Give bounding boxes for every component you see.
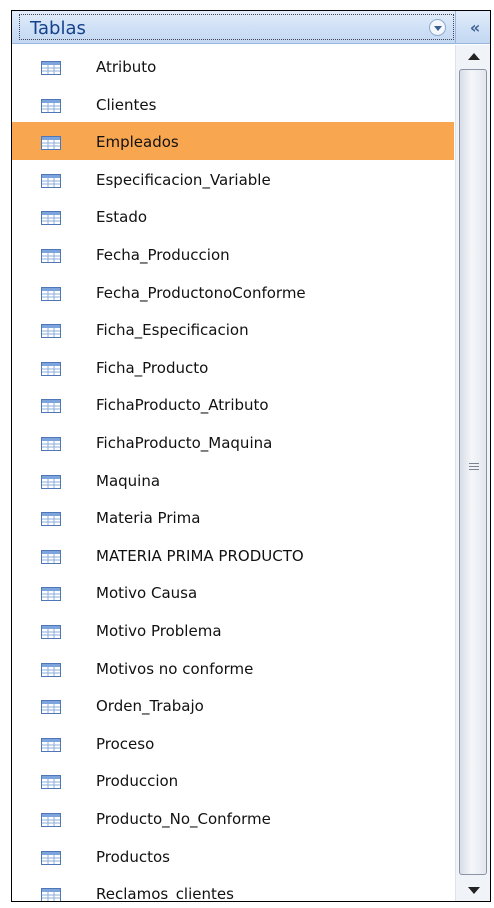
list-item-label: Estado	[96, 208, 148, 227]
table-icon	[41, 398, 61, 414]
table-icon	[41, 474, 61, 489]
list-item-label: FichaProducto_Atributo	[96, 396, 269, 415]
list-item[interactable]: Orden_Trabajo	[12, 686, 454, 724]
table-icon	[41, 98, 61, 113]
list-item[interactable]: Motivos no conforme	[12, 649, 454, 687]
list-item[interactable]: Productos	[12, 837, 454, 875]
list-item[interactable]: Estado	[12, 197, 454, 235]
table-icon	[41, 135, 61, 151]
list-item[interactable]: FichaProducto_Maquina	[12, 423, 454, 461]
table-icon	[41, 737, 61, 752]
list-item[interactable]: Especificacion_Variable	[12, 160, 454, 198]
list-item-label: Empleados	[96, 133, 179, 152]
list-item-label: Motivo Problema	[96, 622, 222, 640]
list-item-label: Proceso	[96, 734, 155, 753]
scroll-down-button[interactable]	[456, 879, 490, 901]
table-icon	[41, 850, 61, 865]
list-item[interactable]: Proceso	[12, 724, 454, 762]
list-item-label: Orden_Trabajo	[96, 697, 204, 716]
list-item-label: Productos	[96, 847, 170, 866]
list-item[interactable]: Maquina	[12, 461, 454, 499]
list-item[interactable]: Motivo Causa	[12, 573, 454, 611]
list-item[interactable]: Produccion	[12, 761, 454, 799]
list-item[interactable]: Atributo	[12, 47, 454, 85]
category-selector[interactable]: Tablas	[19, 14, 454, 40]
list-item-label: Materia Prima	[96, 509, 201, 528]
list-item[interactable]: Fecha_ProductonoConforme	[12, 273, 454, 311]
table-icon	[41, 286, 61, 301]
table-list: Atributo Clientes Empleados Especificacion_…	[12, 45, 454, 901]
list-item-label: Reclamos_clientes	[96, 885, 234, 901]
list-item[interactable]: Ficha_Producto	[12, 348, 454, 386]
table-icon	[41, 699, 61, 715]
list-item-label: Ficha_Especificacion	[96, 321, 249, 340]
list-item-label: Motivos no conforme	[96, 659, 254, 678]
table-icon	[41, 210, 61, 226]
list-item[interactable]: Materia Prima	[12, 498, 454, 536]
list-item-label: Produccion	[96, 772, 179, 791]
pane-header: Tablas «	[12, 11, 490, 44]
list-item-label: Ficha_Producto	[96, 358, 209, 377]
chevron-down-icon[interactable]	[429, 19, 446, 36]
table-icon	[41, 436, 61, 451]
table-icon	[41, 549, 61, 564]
scroll-thumb[interactable]	[459, 69, 487, 875]
pane-title: Tablas	[30, 18, 86, 39]
list-item-label: Atributo	[96, 58, 157, 76]
table-icon	[41, 624, 61, 639]
table-icon	[41, 60, 61, 75]
grip-icon	[469, 463, 479, 472]
list-item-label: MATERIA PRIMA PRODUCTO	[96, 546, 304, 565]
arrow-up-icon	[467, 52, 480, 60]
list-item-label: Fecha_ProductonoConforme	[96, 283, 306, 302]
list-item[interactable]: Clientes	[12, 85, 454, 123]
table-icon	[41, 323, 61, 339]
list-item-label: Especificacion_Variable	[96, 170, 271, 189]
list-item[interactable]: Fecha_Produccion	[12, 235, 454, 273]
arrow-down-icon	[467, 886, 480, 894]
list-item-label: Producto_No_Conforme	[96, 810, 271, 828]
vertical-scrollbar[interactable]	[455, 45, 490, 901]
table-icon	[41, 586, 61, 602]
list-item-label: Maquina	[96, 471, 161, 490]
table-icon	[41, 812, 61, 827]
list-item-label: Fecha_Produccion	[96, 246, 230, 264]
table-icon	[41, 662, 61, 677]
double-chevron-left-icon: «	[469, 17, 480, 37]
table-icon	[41, 887, 61, 901]
list-item[interactable]: Ficha_Especificacion	[12, 310, 454, 348]
scroll-up-button[interactable]	[456, 45, 490, 67]
list-item-label: Clientes	[96, 95, 157, 114]
table-icon	[41, 511, 61, 527]
list-item[interactable]: Reclamos_clientes	[12, 874, 454, 901]
list-item[interactable]: Empleados	[12, 122, 454, 161]
list-item-label: Motivo Causa	[96, 584, 198, 603]
navigation-pane: Tablas « Atributo Clientes Empleados Especi…	[11, 10, 491, 902]
table-icon	[41, 248, 61, 263]
table-icon	[41, 173, 61, 188]
table-icon	[41, 774, 61, 790]
collapse-pane-button[interactable]: «	[455, 11, 490, 43]
list-item[interactable]: MATERIA PRIMA PRODUCTO	[12, 536, 454, 574]
list-item[interactable]: FichaProducto_Atributo	[12, 385, 454, 423]
list-item[interactable]: Producto_No_Conforme	[12, 799, 454, 837]
list-item[interactable]: Motivo Problema	[12, 611, 454, 649]
table-icon	[41, 361, 61, 376]
list-item-label: FichaProducto_Maquina	[96, 434, 273, 452]
